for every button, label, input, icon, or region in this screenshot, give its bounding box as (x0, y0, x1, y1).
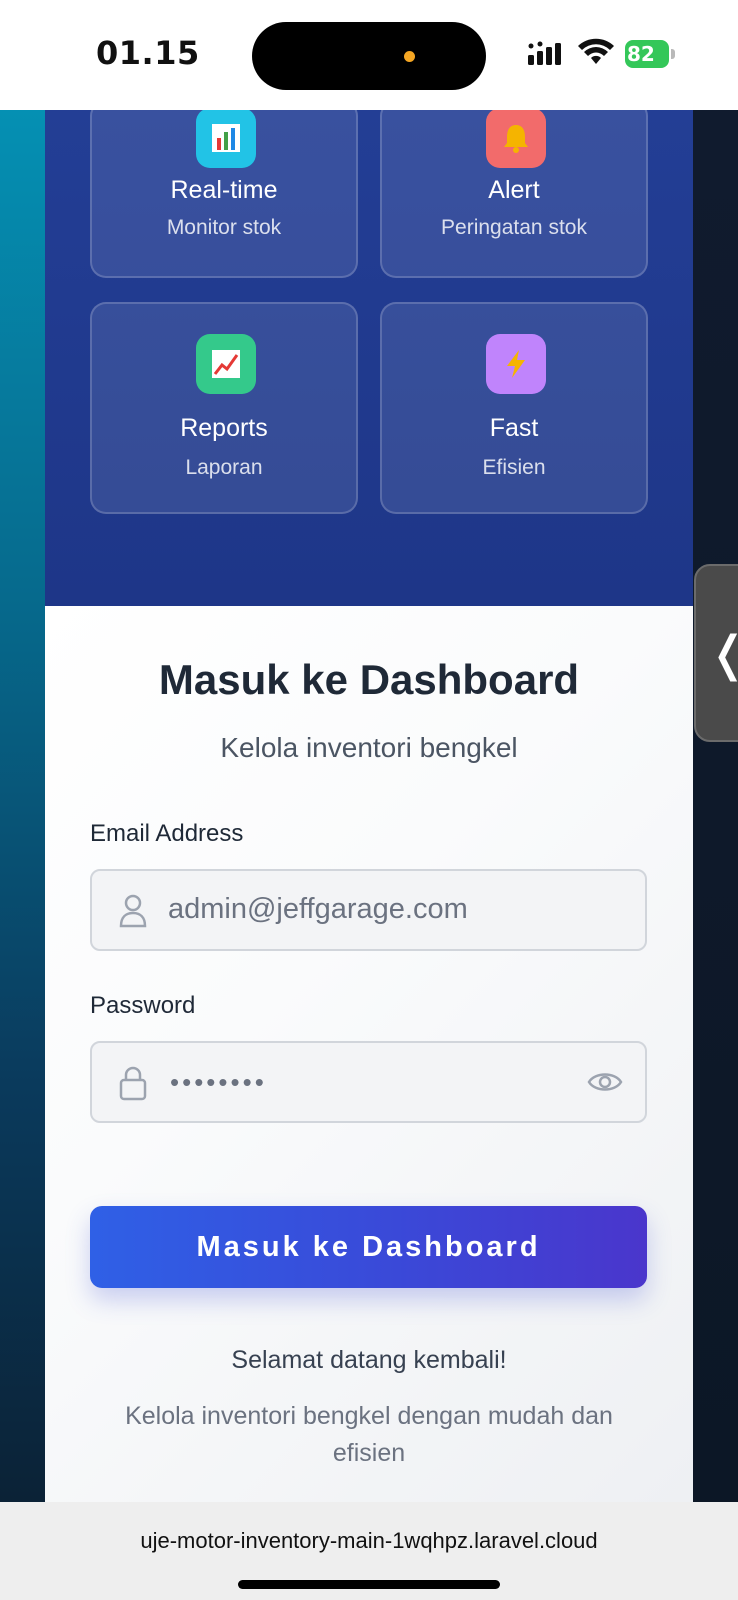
status-bar: 01.15 82 (0, 0, 738, 110)
battery-cap (671, 49, 675, 59)
bar-chart-icon (196, 108, 256, 168)
home-indicator[interactable] (238, 1580, 500, 1589)
feature-card-alert: Alert Peringatan stok (380, 100, 648, 278)
chevron-left-icon: ❬ (708, 626, 738, 682)
dynamic-island (252, 22, 486, 90)
feature-card-realtime: Real-time Monitor stok (90, 100, 358, 278)
browser-url-bar[interactable]: uje-motor-inventory-main-1wqhpz.laravel.… (0, 1502, 738, 1600)
bell-icon (486, 108, 546, 168)
feature-subtitle: Monitor stok (166, 216, 282, 239)
feature-card-reports: Reports Laporan (90, 302, 358, 514)
email-label: Email Address (90, 820, 244, 847)
trend-chart-icon (196, 334, 256, 394)
email-value: admin@jeffgarage.com (168, 893, 468, 925)
wifi-icon (578, 38, 614, 64)
status-time: 01.15 (96, 34, 200, 72)
feature-title: Reports (180, 414, 268, 442)
welcome-description: Kelola inventori bengkel dengan mudah da… (125, 1402, 613, 1467)
side-panel-handle[interactable]: ❬ (694, 564, 738, 742)
feature-title: Fast (489, 414, 539, 442)
email-field[interactable]: admin@jeffgarage.com (90, 869, 647, 951)
login-subtitle: Kelola inventori bengkel (220, 732, 518, 763)
login-panel: Masuk ke Dashboard Kelola inventori beng… (45, 606, 693, 1502)
feature-subtitle: Peringatan stok (441, 216, 587, 239)
camera-indicator-dot (404, 51, 415, 62)
login-submit-button[interactable]: Masuk ke Dashboard (90, 1206, 647, 1288)
cellular-signal-icon (528, 41, 561, 65)
feature-subtitle: Efisien (482, 456, 546, 479)
battery-indicator: 82 (625, 40, 675, 68)
lock-icon (119, 1066, 147, 1101)
battery-level: 82 (625, 40, 669, 68)
password-field[interactable]: •••••••• (90, 1041, 647, 1123)
user-icon (119, 894, 147, 928)
feature-title: Alert (488, 176, 540, 204)
password-value: •••••••• (170, 1067, 267, 1097)
welcome-heading: Selamat datang kembali! (231, 1346, 507, 1374)
feature-subtitle: Laporan (185, 456, 263, 479)
page-background-right (693, 110, 738, 1502)
feature-card-fast: Fast Efisien (380, 302, 648, 514)
feature-title: Real-time (170, 176, 278, 204)
lightning-icon (486, 334, 546, 394)
url-text: uje-motor-inventory-main-1wqhpz.laravel.… (140, 1528, 598, 1553)
login-title: Masuk ke Dashboard (158, 656, 580, 703)
feature-panel: Real-time Monitor stok Alert Peringatan … (45, 100, 693, 606)
eye-icon[interactable] (587, 1067, 623, 1097)
password-label: Password (90, 992, 196, 1019)
